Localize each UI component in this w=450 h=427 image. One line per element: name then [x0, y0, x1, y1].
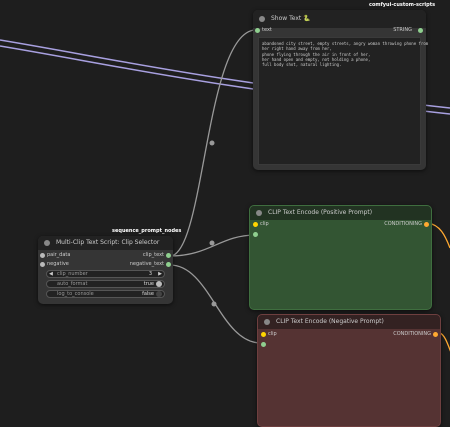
negative-input-label: negative: [47, 261, 69, 267]
clip-negative-title-bar[interactable]: CLIP Text Encode (Negative Prompt): [258, 315, 440, 329]
clip-input-socket[interactable]: [253, 222, 258, 227]
wire-clip-text-to-positive: [169, 234, 257, 257]
show-text-title: Show Text 🐍: [271, 15, 311, 22]
show-text-node[interactable]: Show Text 🐍 text STRING abandoned city s…: [253, 10, 428, 170]
negative-input-socket[interactable]: [40, 262, 45, 267]
wire-midpoint: [211, 301, 217, 307]
conditioning-output-socket[interactable]: [433, 332, 438, 337]
collapse-dot-icon[interactable]: [259, 16, 265, 22]
negative-text-output-socket[interactable]: [166, 262, 171, 267]
decrement-arrow-icon[interactable]: ◀: [49, 271, 53, 277]
clip-text-output-socket[interactable]: [166, 253, 171, 258]
auto-format-label: auto_format: [57, 281, 88, 287]
increment-arrow-icon[interactable]: ▶: [158, 271, 162, 277]
text-input-socket[interactable]: [261, 342, 266, 347]
show-text-title-bar[interactable]: Show Text 🐍: [253, 10, 426, 28]
log-to-console-value: false: [142, 291, 154, 297]
text-input-label: text: [262, 27, 272, 33]
auto-format-toggle[interactable]: auto_format true: [46, 280, 165, 288]
clip-positive-title: CLIP Text Encode (Positive Prompt): [268, 209, 373, 216]
clip-input-socket[interactable]: [261, 332, 266, 337]
clip-selector-title: Multi-Clip Text Script: Clip Selector: [56, 239, 160, 246]
toggle-off-icon: [156, 291, 162, 297]
conditioning-output-label: CONDITIONING: [393, 331, 431, 337]
collapse-dot-icon[interactable]: [44, 240, 50, 246]
conditioning-output-label: CONDITIONING: [384, 221, 422, 227]
clip-number-widget[interactable]: ◀ clip_number 3 ▶: [46, 270, 165, 278]
log-to-console-label: log_to_console: [57, 291, 94, 297]
clip-input-label: clip: [260, 221, 269, 227]
clip-selector-title-bar[interactable]: Multi-Clip Text Script: Clip Selector: [38, 236, 173, 250]
wire-conditioning-negative: [439, 332, 450, 352]
string-output-label: STRING: [393, 27, 412, 33]
clip-text-output-label: clip_text: [142, 252, 164, 258]
auto-format-value: true: [143, 281, 154, 287]
clip-negative-title: CLIP Text Encode (Negative Prompt): [276, 318, 384, 325]
wire-midpoint: [209, 240, 215, 246]
clip-selector-node[interactable]: Multi-Clip Text Script: Clip Selector pa…: [38, 236, 173, 304]
wire-midpoint: [209, 140, 215, 146]
clip-number-label: clip_number: [57, 271, 88, 277]
pair-data-input-socket[interactable]: [40, 253, 45, 258]
text-input-socket[interactable]: [255, 28, 260, 33]
group-label-sequence-prompt: sequence_prompt_nodes: [112, 228, 182, 234]
clip-positive-title-bar[interactable]: CLIP Text Encode (Positive Prompt): [250, 206, 431, 220]
show-text-textarea[interactable]: abandoned city street, empty streets, an…: [258, 37, 428, 165]
collapse-dot-icon[interactable]: [256, 210, 262, 216]
clip-input-label: clip: [268, 331, 277, 337]
clip-negative-node[interactable]: CLIP Text Encode (Negative Prompt) clip …: [257, 314, 441, 427]
pair-data-input-label: pair_data: [47, 252, 71, 258]
toggle-on-icon: [156, 281, 162, 287]
clip-number-value: 3: [148, 271, 152, 277]
clip-positive-node[interactable]: CLIP Text Encode (Positive Prompt) clip …: [249, 205, 432, 310]
string-output-socket[interactable]: [418, 28, 423, 33]
group-label-custom-scripts: comfyui-custom-scripts: [369, 2, 436, 8]
collapse-dot-icon[interactable]: [264, 319, 270, 325]
text-input-socket[interactable]: [253, 232, 258, 237]
log-to-console-toggle[interactable]: log_to_console false: [46, 290, 165, 298]
negative-text-output-label: negative_text: [129, 261, 164, 267]
conditioning-output-socket[interactable]: [424, 222, 429, 227]
